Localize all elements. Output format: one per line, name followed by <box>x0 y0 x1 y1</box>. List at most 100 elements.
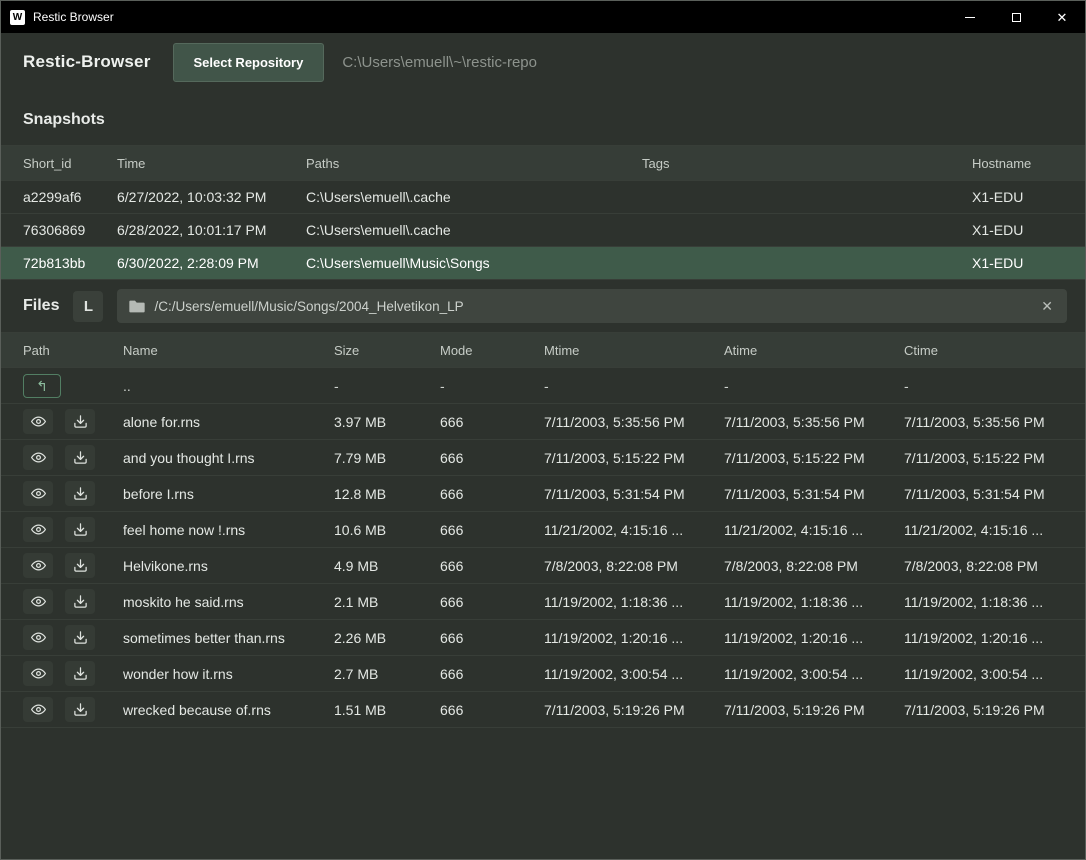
download-icon <box>73 486 88 501</box>
file-mode: 666 <box>440 414 544 430</box>
window-title: Restic Browser <box>33 10 114 24</box>
column-header-path: Path <box>23 343 123 358</box>
file-name: wonder how it.rns <box>123 666 334 682</box>
file-size: 2.26 MB <box>334 630 440 646</box>
eye-icon <box>30 414 47 429</box>
preview-file-button[interactable] <box>23 625 53 650</box>
file-mtime: 11/19/2002, 1:18:36 ... <box>544 594 724 610</box>
close-icon: ✕ <box>1057 11 1068 24</box>
go-to-parent-directory-button[interactable]: ↰ <box>23 374 61 398</box>
download-file-button[interactable] <box>65 409 95 434</box>
tree-view-toggle-button[interactable]: L <box>73 291 103 322</box>
close-button[interactable]: ✕ <box>1039 1 1085 33</box>
snapshot-time: 6/30/2022, 2:28:09 PM <box>117 255 306 271</box>
preview-file-button[interactable] <box>23 445 53 470</box>
select-repository-button[interactable]: Select Repository <box>173 43 325 82</box>
preview-file-button[interactable] <box>23 481 53 506</box>
snapshots-table-header: Short_id Time Paths Tags Hostname <box>1 145 1085 181</box>
file-atime: 11/19/2002, 3:00:54 ... <box>724 666 904 682</box>
file-row: feel home now !.rns 10.6 MB 666 11/21/20… <box>1 512 1085 548</box>
column-header-paths: Paths <box>306 156 642 171</box>
file-row: wonder how it.rns 2.7 MB 666 11/19/2002,… <box>1 656 1085 692</box>
file-atime: 7/11/2003, 5:19:26 PM <box>724 702 904 718</box>
column-header-size: Size <box>334 343 440 358</box>
file-mtime: 11/19/2002, 1:20:16 ... <box>544 630 724 646</box>
file-atime: 7/8/2003, 8:22:08 PM <box>724 558 904 574</box>
download-file-button[interactable] <box>65 553 95 578</box>
download-icon <box>73 558 88 573</box>
download-file-button[interactable] <box>65 661 95 686</box>
column-header-atime: Atime <box>724 343 904 358</box>
file-row: sometimes better than.rns 2.26 MB 666 11… <box>1 620 1085 656</box>
snapshot-paths: C:\Users\emuell\.cache <box>306 222 642 238</box>
download-file-button[interactable] <box>65 445 95 470</box>
repository-path: C:\Users\emuell\~\restic-repo <box>342 54 537 71</box>
file-name: feel home now !.rns <box>123 522 334 538</box>
files-heading: Files <box>23 297 59 315</box>
file-ctime: 11/21/2002, 4:15:16 ... <box>904 522 1063 538</box>
column-header-name: Name <box>123 343 334 358</box>
file-ctime: 7/11/2003, 5:35:56 PM <box>904 414 1063 430</box>
preview-file-button[interactable] <box>23 553 53 578</box>
preview-file-button[interactable] <box>23 661 53 686</box>
file-row: and you thought I.rns 7.79 MB 666 7/11/2… <box>1 440 1085 476</box>
preview-file-button[interactable] <box>23 589 53 614</box>
snapshot-row[interactable]: 76306869 6/28/2022, 10:01:17 PM C:\Users… <box>1 214 1085 247</box>
file-size: 1.51 MB <box>334 702 440 718</box>
file-ctime: 11/19/2002, 1:18:36 ... <box>904 594 1063 610</box>
file-mtime: 11/21/2002, 4:15:16 ... <box>544 522 724 538</box>
download-file-button[interactable] <box>65 517 95 542</box>
snapshot-row[interactable]: 72b813bb 6/30/2022, 2:28:09 PM C:\Users\… <box>1 247 1085 280</box>
file-ctime: 7/8/2003, 8:22:08 PM <box>904 558 1063 574</box>
preview-file-button[interactable] <box>23 517 53 542</box>
file-mtime: 7/11/2003, 5:15:22 PM <box>544 450 724 466</box>
folder-icon <box>129 299 145 313</box>
snapshot-short-id: a2299af6 <box>23 189 117 205</box>
preview-file-button[interactable] <box>23 409 53 434</box>
snapshot-paths: C:\Users\emuell\.cache <box>306 189 642 205</box>
current-path-bar[interactable]: /C:/Users/emuell/Music/Songs/2004_Helvet… <box>117 289 1067 323</box>
files-bar: Files L /C:/Users/emuell/Music/Songs/200… <box>1 280 1085 332</box>
file-mode: 666 <box>440 630 544 646</box>
file-size: 2.7 MB <box>334 666 440 682</box>
minimize-button[interactable] <box>947 1 993 33</box>
download-icon <box>73 450 88 465</box>
snapshot-row[interactable]: a2299af6 6/27/2022, 10:03:32 PM C:\Users… <box>1 181 1085 214</box>
column-header-time: Time <box>117 156 306 171</box>
download-file-button[interactable] <box>65 481 95 506</box>
preview-file-button[interactable] <box>23 697 53 722</box>
eye-icon <box>30 558 47 573</box>
file-row: alone for.rns 3.97 MB 666 7/11/2003, 5:3… <box>1 404 1085 440</box>
file-size: 10.6 MB <box>334 522 440 538</box>
download-icon <box>73 414 88 429</box>
file-atime: 7/11/2003, 5:15:22 PM <box>724 450 904 466</box>
file-ctime: 11/19/2002, 3:00:54 ... <box>904 666 1063 682</box>
download-file-button[interactable] <box>65 697 95 722</box>
snapshots-rows: a2299af6 6/27/2022, 10:03:32 PM C:\Users… <box>1 181 1085 280</box>
current-path-text: /C:/Users/emuell/Music/Songs/2004_Helvet… <box>154 299 1030 314</box>
eye-icon <box>30 702 47 717</box>
maximize-button[interactable] <box>993 1 1039 33</box>
app-title: Restic-Browser <box>23 52 151 72</box>
files-table-header: Path Name Size Mode Mtime Atime Ctime <box>1 332 1085 368</box>
download-icon <box>73 522 88 537</box>
app-window: W Restic Browser ✕ Restic-Browser Select… <box>0 0 1086 860</box>
file-ctime: 7/11/2003, 5:15:22 PM <box>904 450 1063 466</box>
file-mode: 666 <box>440 594 544 610</box>
file-mtime: 11/19/2002, 3:00:54 ... <box>544 666 724 682</box>
file-name: and you thought I.rns <box>123 450 334 466</box>
download-file-button[interactable] <box>65 589 95 614</box>
download-icon <box>73 702 88 717</box>
file-mode: 666 <box>440 486 544 502</box>
column-header-hostname: Hostname <box>972 156 1063 171</box>
file-mtime: 7/11/2003, 5:19:26 PM <box>544 702 724 718</box>
clear-path-button[interactable]: ✕ <box>1039 299 1055 313</box>
file-ctime: 7/11/2003, 5:31:54 PM <box>904 486 1063 502</box>
eye-icon <box>30 666 47 681</box>
download-file-button[interactable] <box>65 625 95 650</box>
column-header-ctime: Ctime <box>904 343 1063 358</box>
parent-directory-row: ↰ .. - - - - - <box>1 368 1085 404</box>
column-header-short-id: Short_id <box>23 156 117 171</box>
snapshot-short-id: 72b813bb <box>23 255 117 271</box>
snapshot-short-id: 76306869 <box>23 222 117 238</box>
